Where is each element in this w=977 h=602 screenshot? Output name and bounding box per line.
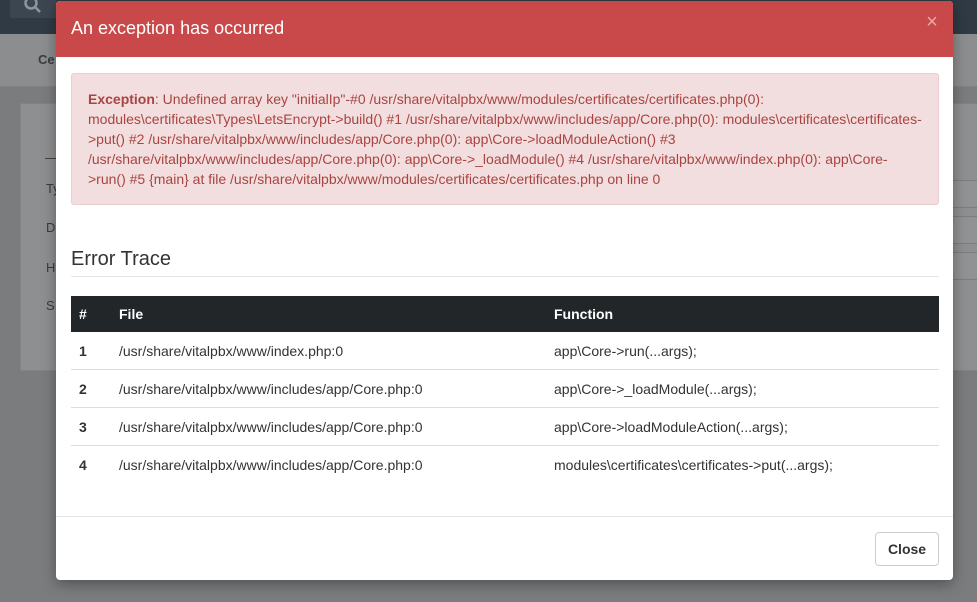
error-trace-heading: Error Trace	[71, 248, 939, 277]
row-file: /usr/share/vitalpbx/www/includes/app/Cor…	[111, 407, 546, 446]
row-function: modules\certificates\certificates->put(.…	[554, 456, 833, 473]
background-field-label: H	[46, 260, 56, 275]
column-header-number: #	[71, 296, 111, 332]
row-number: 1	[71, 332, 111, 370]
row-file: /usr/share/vitalpbx/www/includes/app/Cor…	[111, 369, 546, 408]
background-tab-label: Ce	[38, 52, 55, 67]
table-row: 4 /usr/share/vitalpbx/www/includes/app/C…	[71, 446, 939, 484]
row-number: 3	[71, 407, 111, 446]
modal-title: An exception has occurred	[71, 18, 285, 38]
exception-modal: An exception has occurred × Exception: U…	[56, 1, 953, 580]
modal-footer: Close	[56, 516, 953, 580]
row-file: /usr/share/vitalpbx/www/includes/app/Cor…	[119, 456, 423, 473]
table-row: 2 /usr/share/vitalpbx/www/includes/app/C…	[71, 369, 939, 408]
column-header-function: Function	[546, 296, 939, 332]
search-icon	[24, 0, 41, 13]
exception-message: : Undefined array key "initialIp"-#0 /us…	[88, 91, 922, 187]
background-field-label: S	[46, 298, 55, 313]
background-search-button	[10, 0, 56, 18]
row-function: app\Core->run(...args);	[546, 332, 939, 370]
background-field-label: D	[46, 220, 56, 235]
error-trace-table: # File Function 1 /usr/share/vitalpbx/ww…	[71, 296, 939, 483]
row-function: app\Core->loadModuleAction(...args);	[546, 407, 939, 446]
modal-header: An exception has occurred ×	[56, 1, 953, 57]
close-icon[interactable]: ×	[925, 12, 939, 32]
exception-label: Exception	[88, 91, 155, 107]
table-header-row: # File Function	[71, 296, 939, 332]
exception-alert: Exception: Undefined array key "initialI…	[71, 73, 939, 205]
row-function: app\Core->_loadModule(...args);	[546, 369, 939, 408]
close-button[interactable]: Close	[875, 532, 939, 566]
row-number: 2	[71, 369, 111, 408]
table-row: 3 /usr/share/vitalpbx/www/includes/app/C…	[71, 407, 939, 446]
row-number: 4	[79, 456, 87, 473]
row-file: /usr/share/vitalpbx/www/index.php:0	[111, 332, 546, 370]
table-row: 1 /usr/share/vitalpbx/www/index.php:0 ap…	[71, 332, 939, 370]
column-header-file: File	[111, 296, 546, 332]
